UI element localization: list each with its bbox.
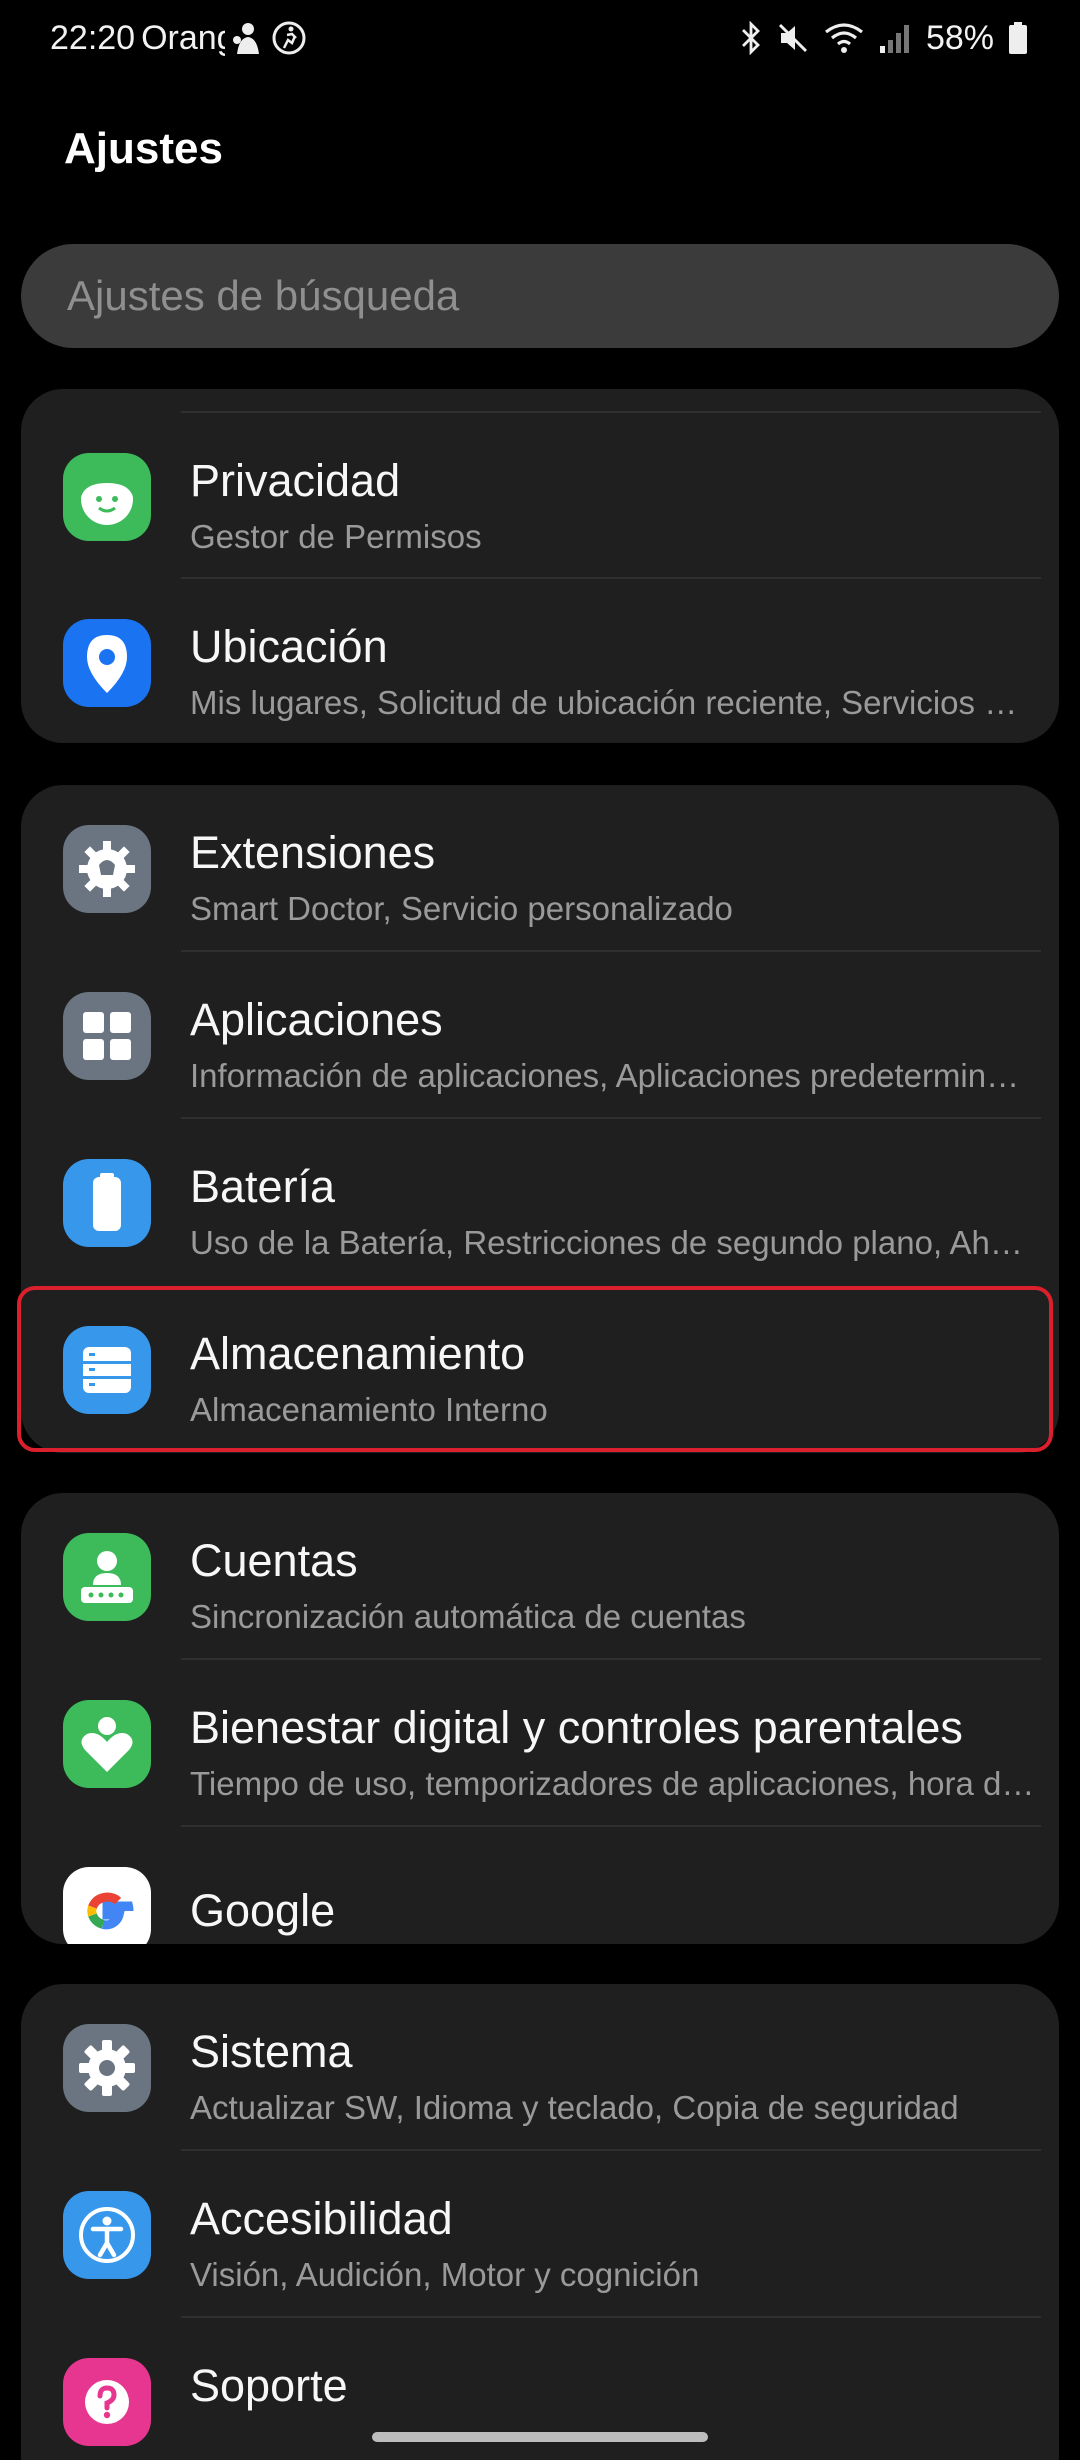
- settings-item-aplicaciones[interactable]: Aplicaciones Información de aplicaciones…: [21, 952, 1059, 1119]
- battery-percent: 58%: [925, 18, 994, 57]
- settings-item-bateria[interactable]: Batería Uso de la Batería, Restricciones…: [21, 1119, 1059, 1286]
- item-title: Google: [190, 1885, 336, 1936]
- location-pin-icon: [63, 619, 151, 707]
- support-question-icon: [63, 2358, 151, 2446]
- item-subtitle: Uso de la Batería, Restricciones de segu…: [190, 1224, 1035, 1261]
- signal-icon: [878, 22, 912, 54]
- item-title: Sistema: [190, 2026, 353, 2077]
- item-subtitle: Gestor de Permisos: [190, 518, 482, 555]
- settings-item-bienestar-digital[interactable]: Bienestar digital y controles parentales…: [21, 1660, 1059, 1827]
- status-time: 22:20: [50, 18, 136, 57]
- item-title: Almacenamiento: [190, 1328, 526, 1379]
- item-subtitle: Smart Doctor, Servicio personalizado: [190, 890, 733, 927]
- settings-item-extensiones[interactable]: Extensiones Smart Doctor, Servicio perso…: [21, 785, 1059, 952]
- item-title: Soporte: [190, 2360, 348, 2411]
- google-icon: [63, 1867, 151, 1944]
- item-subtitle: Mis lugares, Solicitud de ubicación reci…: [190, 684, 1035, 721]
- item-title: Ubicación: [190, 621, 388, 672]
- digital-wellbeing-icon: [63, 1700, 151, 1788]
- item-title: Cuentas: [190, 1535, 358, 1586]
- search-input[interactable]: Ajustes de búsqueda: [21, 244, 1059, 348]
- notification-icon: [231, 20, 265, 56]
- status-battery-icon: [1008, 21, 1028, 55]
- activity-icon: [271, 20, 307, 56]
- status-bar: 22:20 Orange 58%: [0, 0, 1080, 76]
- item-title: Bienestar digital y controles parentales: [190, 1702, 963, 1753]
- apps-grid-icon: [63, 992, 151, 1080]
- item-title: Batería: [190, 1161, 336, 1212]
- storage-icon: [63, 1326, 151, 1414]
- settings-card-system: Sistema Actualizar SW, Idioma y teclado,…: [21, 1984, 1059, 2460]
- search-placeholder: Ajustes de búsqueda: [67, 272, 460, 319]
- mute-icon: [776, 21, 810, 55]
- privacy-icon: [63, 453, 151, 541]
- settings-item-sistema[interactable]: Sistema Actualizar SW, Idioma y teclado,…: [21, 1984, 1059, 2151]
- item-subtitle: Actualizar SW, Idioma y teclado, Copia d…: [190, 2089, 959, 2126]
- settings-item-accesibilidad[interactable]: Accesibilidad Visión, Audición, Motor y …: [21, 2151, 1059, 2318]
- battery-icon: [63, 1159, 151, 1247]
- wifi-icon: [824, 22, 864, 54]
- accounts-icon: [63, 1533, 151, 1621]
- item-subtitle: Almacenamiento Interno: [190, 1391, 548, 1428]
- status-left: 22:20 Orange: [50, 16, 307, 60]
- item-title: Accesibilidad: [190, 2193, 453, 2244]
- system-gear-icon: [63, 2024, 151, 2112]
- accessibility-icon: [63, 2191, 151, 2279]
- settings-card-device: Extensiones Smart Doctor, Servicio perso…: [21, 785, 1059, 1453]
- page-title: Ajustes: [64, 124, 223, 173]
- status-right: 58%: [740, 16, 1028, 60]
- settings-item-ubicacion[interactable]: Ubicación Mis lugares, Solicitud de ubic…: [21, 579, 1059, 743]
- settings-card-privacy: Privacidad Gestor de Permisos Ubicación …: [21, 389, 1059, 743]
- item-title: Extensiones: [190, 827, 436, 878]
- settings-card-accounts: Cuentas Sincronización automática de cue…: [21, 1493, 1059, 1944]
- item-title: Aplicaciones: [190, 994, 443, 1045]
- item-subtitle: Visión, Audición, Motor y cognición: [190, 2256, 700, 2293]
- settings-item-cuentas[interactable]: Cuentas Sincronización automática de cue…: [21, 1493, 1059, 1660]
- extensions-icon: [63, 825, 151, 913]
- item-subtitle: Información de aplicaciones, Aplicacione…: [190, 1057, 1035, 1094]
- status-carrier: Orange: [141, 18, 225, 57]
- settings-item-almacenamiento[interactable]: Almacenamiento Almacenamiento Interno: [21, 1286, 1059, 1453]
- settings-item-google[interactable]: Google: [21, 1827, 1059, 1944]
- item-title: Privacidad: [190, 455, 401, 506]
- item-subtitle: Tiempo de uso, temporizadores de aplicac…: [190, 1765, 1035, 1802]
- home-indicator[interactable]: [372, 2432, 708, 2442]
- settings-item-privacidad[interactable]: Privacidad Gestor de Permisos: [21, 413, 1059, 580]
- bluetooth-icon: [740, 21, 762, 55]
- item-subtitle: Sincronización automática de cuentas: [190, 1598, 746, 1635]
